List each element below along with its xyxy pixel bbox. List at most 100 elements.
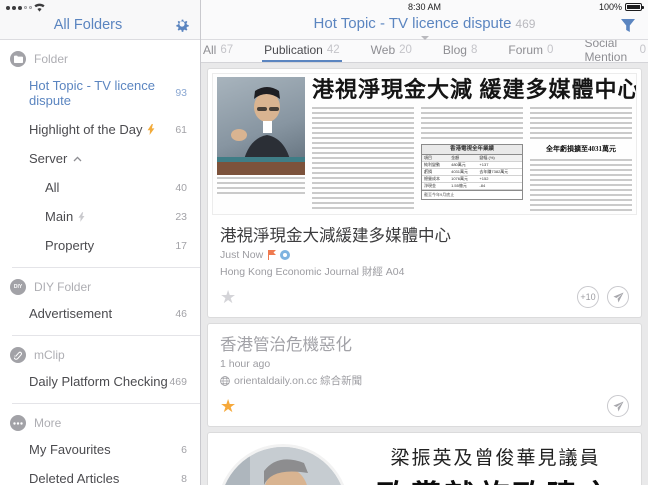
item-count: 61: [175, 124, 187, 136]
article-meta: Just Now: [208, 248, 641, 262]
article-source: Hong Kong Economic Journal 財經 A04: [208, 262, 641, 279]
item-count: 8: [181, 473, 187, 485]
clipping-subheadline: 全年虧損擴至4031萬元: [530, 144, 632, 154]
folder-icon: [10, 51, 26, 67]
page-title-count: 469: [515, 17, 535, 31]
status-time: 8:30 AM: [201, 2, 648, 12]
main-header: 8:30 AM 100% Hot Topic - TV licence disp…: [201, 0, 648, 40]
source-badge-icon: [280, 250, 290, 260]
share-icon[interactable]: [607, 286, 629, 308]
sidebar-item-highlight-of-the-day[interactable]: Highlight of the Day 61: [0, 115, 200, 144]
article-card-2[interactable]: 香港管治危機惡化 1 hour ago orientaldaily.on.cc …: [208, 324, 641, 426]
clipping-body-text: [530, 159, 632, 211]
battery-percent: 100%: [599, 2, 622, 12]
sidebar-section-more: More: [0, 406, 200, 435]
item-label: My Favourites: [29, 442, 111, 457]
tab-publication[interactable]: Publication42: [262, 40, 342, 62]
sidebar-item-my-favourites[interactable]: My Favourites 6: [0, 435, 200, 464]
lightning-icon: [147, 124, 155, 135]
clipping-photo: [217, 77, 305, 175]
paperclip-icon: [10, 347, 26, 363]
flag-icon: [267, 250, 276, 260]
sidebar-section-mclip: mClip: [0, 338, 200, 367]
article-title[interactable]: 港視淨現金大減緩建多媒體中心: [208, 215, 641, 248]
sidebar-section-folder: Folder: [0, 42, 200, 71]
star-icon[interactable]: ★: [220, 288, 236, 306]
gear-icon[interactable]: [173, 15, 191, 33]
item-count: 17: [175, 240, 187, 252]
clipping-headline: 港視淨現金大減 緩建多媒體中心: [312, 77, 632, 103]
tab-forum[interactable]: Forum0: [506, 40, 555, 62]
sidebar-section-diy-folder: DIY DIY Folder: [0, 270, 200, 299]
section-label: More: [34, 416, 61, 430]
item-count: 40: [175, 182, 187, 194]
tab-bar: All67 Publication42 Web20 Blog8 Forum0 S…: [201, 40, 648, 63]
globe-icon: [220, 376, 230, 386]
clipping-results-table: 香港電視全年業績 項目 金額 變幅 (%) 純利變動: [421, 144, 523, 200]
filter-icon[interactable]: [620, 18, 636, 34]
related-count-badge[interactable]: +10: [577, 286, 599, 308]
section-label: DIY Folder: [34, 280, 91, 294]
item-label: Property: [45, 238, 94, 253]
item-label: Advertisement: [29, 306, 112, 321]
star-icon[interactable]: ★: [220, 397, 236, 415]
article-actions: ★ +10: [208, 279, 641, 317]
clipping-body-text: [421, 107, 523, 141]
section-label: Folder: [34, 52, 68, 66]
item-label: Deleted Articles: [29, 471, 119, 485]
sidebar-title: All Folders: [0, 17, 176, 33]
sidebar-item-server[interactable]: Server: [0, 144, 200, 173]
newspaper-clipping-image: 港視淨現金大減 緩建多媒體中心 香港電視全年業績 項目: [212, 73, 637, 215]
sidebar-item-all[interactable]: All 40: [0, 173, 200, 202]
diy-folder-icon: DIY: [10, 279, 26, 295]
share-icon[interactable]: [607, 395, 629, 417]
app-window: All Folders Folder Hot Topic - TV licenc…: [0, 0, 648, 485]
divider: [12, 267, 200, 268]
item-label: Server: [29, 151, 67, 166]
item-label: Daily Platform Checking: [29, 374, 168, 389]
tab-blog[interactable]: Blog8: [441, 40, 479, 62]
clipping-portrait-photo: [220, 447, 346, 485]
clipping-headline-line1: 梁振英及曾俊華見議員: [360, 443, 631, 470]
sidebar-header: All Folders: [0, 0, 200, 40]
sidebar-item-daily-platform-checking[interactable]: Daily Platform Checking 469: [0, 367, 200, 396]
sidebar-item-hot-topic[interactable]: Hot Topic - TV licence dispute 93: [0, 71, 200, 115]
cell-signal-icon: [6, 3, 45, 12]
item-label: Main: [45, 209, 73, 224]
article-time: 1 hour ago: [220, 358, 270, 370]
article-list: 港視淨現金大減 緩建多媒體中心 香港電視全年業績 項目: [201, 63, 648, 485]
section-label: mClip: [34, 348, 65, 362]
battery-status: 100%: [599, 2, 642, 12]
tab-social-mention[interactable]: Social Mention0: [582, 40, 648, 62]
divider: [12, 335, 200, 336]
article-card-3[interactable]: 梁振英及曾俊華見議員 政黨就施政建言 【新報訊】特首梁振英及財政司司長曾俊華昨日…: [208, 433, 641, 485]
item-label: Highlight of the Day: [29, 122, 142, 137]
clipping-body-text: [530, 107, 632, 141]
sidebar: All Folders Folder Hot Topic - TV licenc…: [0, 0, 201, 485]
item-count: 93: [175, 87, 187, 99]
lightning-icon: [78, 212, 85, 222]
tab-all[interactable]: All67: [201, 40, 235, 62]
article-card-1[interactable]: 港視淨現金大減 緩建多媒體中心 香港電視全年業績 項目: [208, 69, 641, 317]
ellipsis-icon: [10, 415, 26, 431]
clipping-body-text: [312, 107, 414, 211]
item-count: 23: [175, 211, 187, 223]
article-actions: ★: [208, 388, 641, 426]
page-title[interactable]: Hot Topic - TV licence dispute: [314, 15, 512, 32]
item-label: All: [45, 180, 59, 195]
tab-web[interactable]: Web20: [369, 40, 414, 62]
article-meta: 1 hour ago: [208, 357, 641, 371]
sidebar-item-deleted-articles[interactable]: Deleted Articles 8: [0, 464, 200, 485]
article-title[interactable]: 香港管治危機惡化: [208, 324, 641, 357]
sidebar-item-advertisement[interactable]: Advertisement 46: [0, 299, 200, 328]
chevron-up-icon: [73, 156, 82, 162]
clipping-headline-line2: 政黨就施政建言: [360, 471, 631, 485]
sidebar-item-property[interactable]: Property 17: [0, 231, 200, 260]
item-count: 46: [175, 308, 187, 320]
item-label: Hot Topic - TV licence dispute: [29, 78, 175, 108]
sidebar-item-main[interactable]: Main 23: [0, 202, 200, 231]
item-count: 6: [181, 444, 187, 456]
article-time: Just Now: [220, 249, 263, 261]
clipping-photo-caption: [217, 177, 305, 195]
main-panel: 8:30 AM 100% Hot Topic - TV licence disp…: [201, 0, 648, 485]
